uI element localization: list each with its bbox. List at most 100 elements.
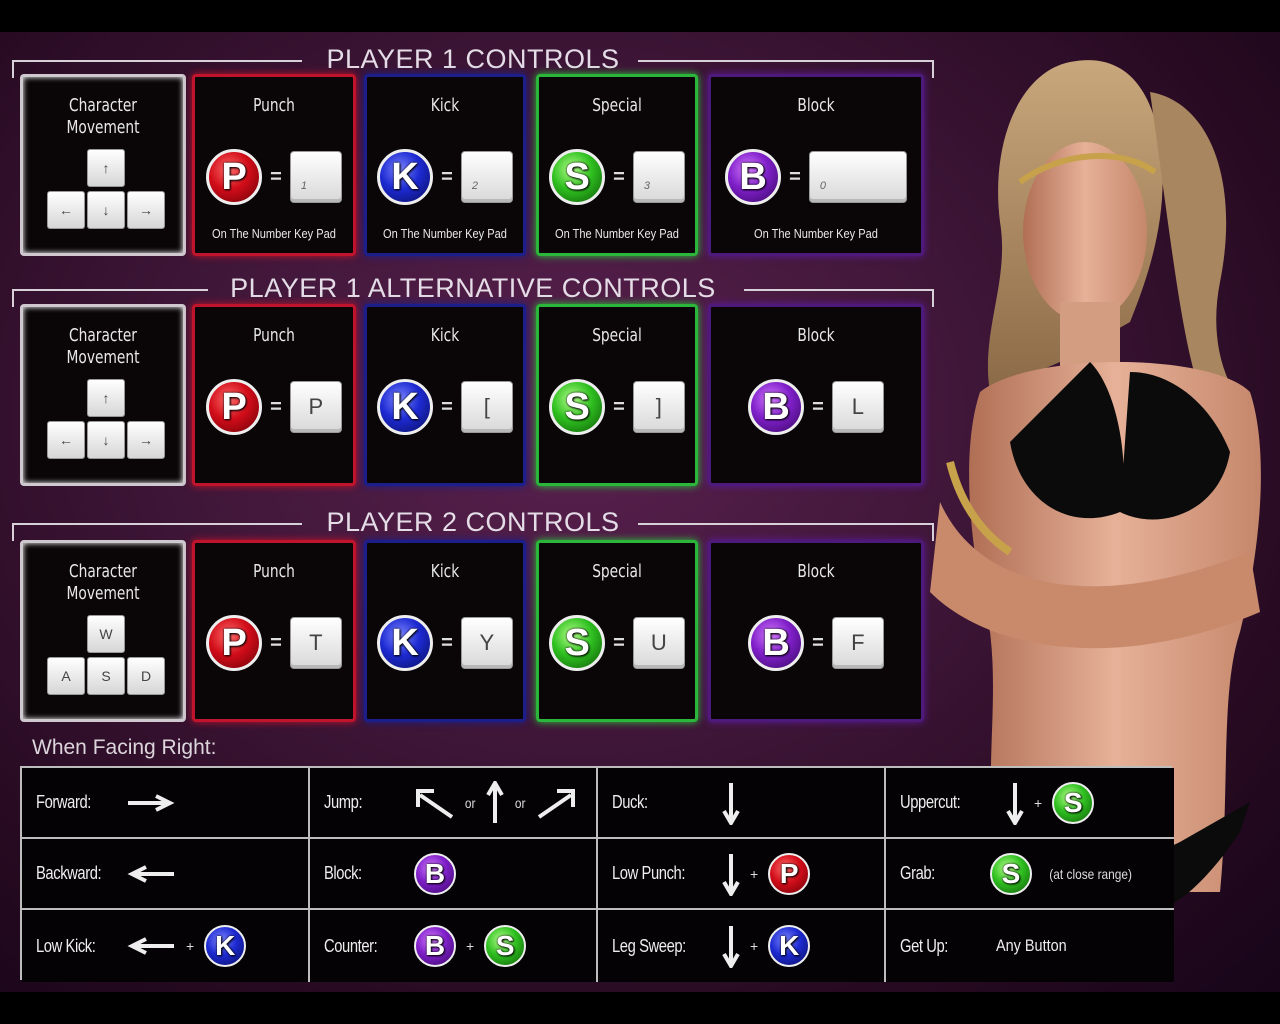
move-forward: Forward:: [22, 768, 310, 839]
move-low-punch: Low Punch: + P: [598, 839, 886, 910]
special-key: ]: [632, 381, 685, 433]
kick-label: Kick: [430, 561, 460, 582]
punch-panel: Punch P = T: [192, 540, 356, 722]
controls-screen: PLAYER 1 CONTROLS Character Movement ↑ ← …: [0, 32, 1280, 992]
move-name: Low Punch:: [612, 863, 686, 883]
block-button-icon: B: [748, 379, 805, 435]
movement-panel: Character Movement ↑ ← ↓ →: [20, 74, 186, 256]
down-arrow-key: ↓: [87, 191, 125, 229]
section-header-player1: PLAYER 1 CONTROLS: [12, 44, 934, 78]
left-arrow-icon: [127, 864, 174, 883]
block-foot: On The Number Key Pad: [754, 226, 878, 241]
kick-key: Y: [460, 617, 513, 669]
up-arrow-icon: [486, 780, 505, 823]
move-name: Leg Sweep:: [612, 935, 686, 956]
kick-panel: Kick K = 2 On The Number Key Pad: [364, 74, 526, 256]
punch-key: T: [289, 617, 342, 669]
kick-foot: On The Number Key Pad: [383, 226, 507, 241]
kick-button-icon: K: [377, 379, 434, 435]
a-key: A: [47, 657, 85, 695]
up-right-arrow-icon: [537, 788, 575, 819]
wasd-keys: W A S D: [47, 615, 165, 697]
block-panel: Block B = L: [708, 304, 924, 486]
down-arrow-icon: [722, 926, 740, 968]
move-grab: Grab: S (at close range): [886, 839, 1174, 910]
right-arrow-key: →: [127, 421, 165, 459]
movement-label-1: Character: [69, 95, 137, 116]
arrow-keys: ↑ ← ↓ →: [47, 379, 165, 461]
left-arrow-key: ←: [47, 421, 85, 459]
block-key: F: [831, 617, 884, 669]
right-arrow-key: →: [127, 191, 165, 229]
player1-controls-row: Character Movement ↑ ← ↓ → Punch P = 1 On T…: [20, 74, 926, 256]
section-title: PLAYER 1 ALTERNATIVE CONTROLS: [230, 273, 716, 303]
facing-right-title: When Facing Right:: [32, 736, 217, 759]
up-arrow-key: ↑: [87, 379, 125, 417]
special-panel: Special S =]: [536, 304, 698, 486]
right-arrow-icon: [128, 793, 175, 812]
grab-note: (at close range): [1049, 865, 1132, 882]
kick-key: 2: [460, 151, 513, 203]
punch-key: P: [289, 381, 342, 433]
punch-panel: Punch P = 1 On The Number Key Pad: [192, 74, 356, 256]
movement-label-2: Movement: [66, 347, 140, 368]
move-name: Uppercut:: [900, 792, 961, 812]
movement-label-1: Character: [69, 325, 137, 346]
block-label: Block: [797, 561, 835, 582]
punch-key: 1: [289, 151, 342, 203]
punch-button-icon: P: [206, 149, 263, 205]
special-label: Special: [592, 325, 642, 346]
up-arrow-key: ↑: [87, 149, 125, 187]
move-name: Backward:: [36, 863, 102, 883]
kick-button-icon: K: [377, 615, 434, 671]
player1-alt-controls-row: Character Movement ↑ ← ↓ → Punch P = P Kick…: [20, 304, 926, 486]
move-name: Get Up:: [900, 935, 948, 956]
d-key: D: [127, 657, 165, 695]
move-get-up: Get Up: Any Button: [886, 910, 1174, 982]
move-name: Duck:: [612, 792, 648, 812]
move-name: Counter:: [324, 935, 378, 956]
punch-button-icon: P: [768, 852, 811, 895]
special-label: Special: [592, 95, 642, 116]
block-key: L: [831, 381, 884, 433]
arrow-keys: ↑ ← ↓ →: [47, 149, 165, 231]
block-panel: Block B = F: [708, 540, 924, 722]
s-key: S: [87, 657, 125, 695]
special-button-icon: S: [484, 925, 527, 967]
punch-foot: On The Number Key Pad: [212, 226, 336, 241]
left-arrow-icon: [127, 937, 174, 955]
down-arrow-icon: [722, 782, 740, 825]
kick-button-icon: K: [377, 149, 434, 205]
special-button-icon: S: [549, 379, 606, 435]
punch-button-icon: P: [206, 379, 263, 435]
move-name: Jump:: [324, 792, 363, 812]
movement-label-2: Movement: [66, 583, 140, 604]
kick-button-icon: K: [204, 925, 247, 967]
move-name: Grab:: [900, 863, 935, 883]
down-arrow-icon: [1006, 782, 1024, 825]
section-header-player1-alt: PLAYER 1 ALTERNATIVE CONTROLS: [12, 273, 934, 307]
move-block: Block: B: [310, 839, 598, 910]
kick-label: Kick: [430, 95, 460, 116]
move-duck: Duck:: [598, 768, 886, 839]
kick-label: Kick: [430, 325, 460, 346]
move-backward: Backward:: [22, 839, 310, 910]
special-button-icon: S: [1052, 781, 1095, 824]
move-jump: Jump: or or: [310, 768, 598, 839]
movement-panel: Character Movement W A S D: [20, 540, 186, 722]
down-arrow-icon: [722, 853, 740, 896]
kick-key: [: [460, 381, 513, 433]
special-button-icon: S: [990, 852, 1032, 895]
section-header-player2: PLAYER 2 CONTROLS: [12, 507, 934, 541]
move-name: Block:: [324, 863, 362, 883]
block-label: Block: [797, 95, 835, 116]
section-title: PLAYER 2 CONTROLS: [326, 507, 620, 537]
special-key: 3: [632, 151, 685, 203]
special-label: Special: [592, 561, 642, 582]
move-uppercut: Uppercut: + S: [886, 768, 1174, 839]
special-button-icon: S: [549, 615, 606, 671]
movement-label-1: Character: [69, 561, 137, 582]
block-button-icon: B: [725, 149, 782, 205]
w-key: W: [87, 615, 125, 653]
moves-table: Forward: Jump: or or Duck: Uppercut: + S…: [20, 766, 1174, 982]
